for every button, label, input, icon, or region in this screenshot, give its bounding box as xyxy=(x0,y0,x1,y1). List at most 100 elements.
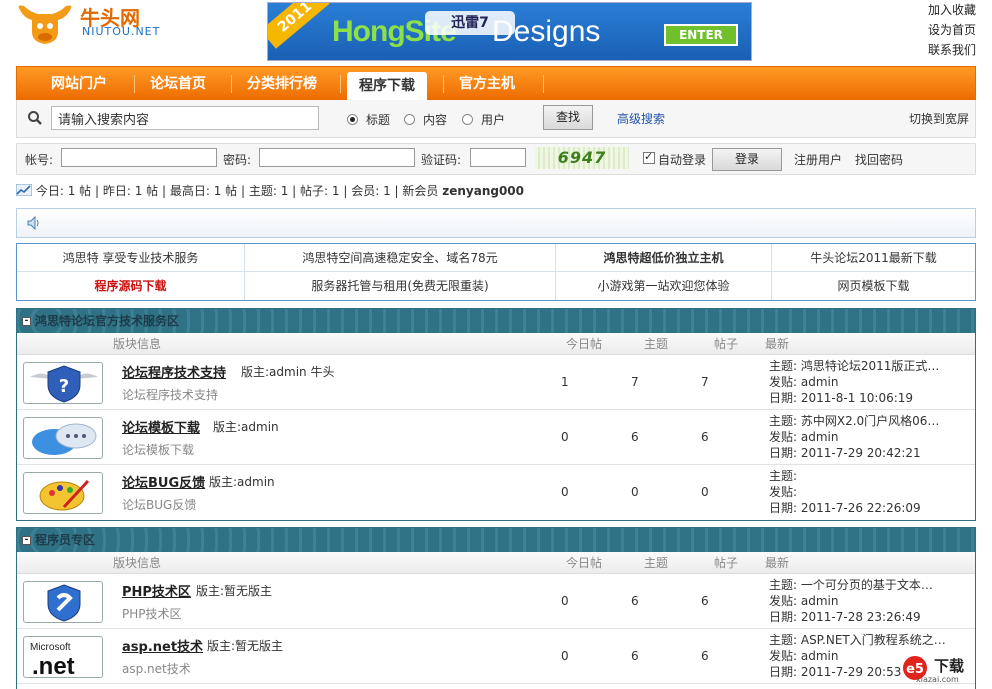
topic-count: 6 xyxy=(631,594,639,608)
latest-topic-link[interactable]: 主题: 苏中网X2.0门户风格06… xyxy=(769,413,939,429)
radio-user-label: 用户 xyxy=(481,113,506,127)
section-header[interactable]: - 鸿思特论坛官方技术服务区 xyxy=(17,309,975,333)
newest-member-link[interactable]: zenyang000 xyxy=(442,184,524,198)
post-count: 6 xyxy=(701,430,709,444)
forum-name-link[interactable]: asp.net技术 xyxy=(122,636,203,655)
svg-text:.net: .net xyxy=(32,653,75,678)
forum-name-link[interactable]: 论坛模板下载 xyxy=(122,417,200,436)
col-latest: 最新 xyxy=(765,556,790,570)
search-button[interactable]: 查找 xyxy=(543,105,593,130)
nav-divider xyxy=(231,75,232,93)
forum-name-link[interactable]: PHP技术区 xyxy=(122,581,191,600)
promo-link[interactable]: 小游戏第一站欢迎您体验 xyxy=(556,272,772,300)
forum-description: 论坛程序技术支持 xyxy=(122,388,219,402)
latest-topic-link[interactable]: 主题: 鸿思特论坛2011版正式… xyxy=(769,358,939,374)
search-input[interactable] xyxy=(51,106,319,130)
latest-topic-link[interactable]: 主题: 一个可分页的基于文本… xyxy=(769,577,933,593)
promo-link[interactable]: 网页模板下载 xyxy=(772,272,975,300)
speaker-icon xyxy=(27,215,39,231)
captcha-input[interactable] xyxy=(470,148,526,167)
forum-row: Microsoft .net asp.net技术 版主:暂无版主 asp.net技… xyxy=(17,629,975,684)
stat-newest-label: 新会员 xyxy=(402,184,439,198)
promo-link[interactable]: 鸿思特空间高速稳定安全、域名78元 xyxy=(245,244,556,272)
auto-login-checkbox[interactable] xyxy=(643,150,655,164)
post-count: 6 xyxy=(701,649,709,663)
collapse-icon[interactable]: - xyxy=(22,536,31,545)
login-button[interactable]: 登录 xyxy=(712,148,782,171)
tab-portal[interactable]: 网站门户 xyxy=(51,73,107,99)
tab-hosting[interactable]: 官方主机 xyxy=(459,73,515,99)
promo-link[interactable]: 鸿思特 享受专业技术服务 xyxy=(17,244,245,272)
moderator-info: 版主:admin xyxy=(209,475,275,489)
moderator-info: 版主:暂无版主 xyxy=(207,639,284,653)
col-info: 版块信息 xyxy=(113,556,162,570)
stat-members-label: 会员: xyxy=(351,184,380,198)
col-topics: 主题 xyxy=(644,337,669,351)
add-favorite-link[interactable]: 加入收藏 xyxy=(928,0,976,20)
collapse-icon[interactable]: - xyxy=(22,317,31,326)
main-nav: 网站门户 论坛首页 分类排行榜 程序下载 官方主机 xyxy=(16,66,976,101)
section-title: 程序员专区 xyxy=(35,533,96,547)
nav-divider xyxy=(134,75,135,93)
radio-user[interactable]: 用户 xyxy=(462,111,505,128)
tab-forum-home[interactable]: 论坛首页 xyxy=(150,73,206,99)
forum-name-link[interactable]: 论坛程序技术支持 xyxy=(122,362,226,381)
forum-section: - 鸿思特论坛官方技术服务区 版块信息 今日帖 主题 帖子 最新 ? 论坛程序技… xyxy=(16,308,976,521)
moderator-info: 版主:暂无版主 xyxy=(196,584,273,598)
radio-content[interactable]: 内容 xyxy=(404,111,447,128)
column-headers: 版块信息 今日帖 主题 帖子 最新 xyxy=(17,552,975,574)
radio-selected-icon xyxy=(347,114,358,125)
chat-cloud-icon[interactable] xyxy=(23,417,103,459)
tab-rankings[interactable]: 分类排行榜 xyxy=(247,73,317,99)
site-logo[interactable]: 牛头网 NIUTOU.NET xyxy=(14,0,174,50)
forum-row: ? 论坛程序技术支持 版主:admin 牛头 论坛程序技术支持 1 7 7 主题… xyxy=(17,355,975,410)
tab-downloads[interactable]: 程序下载 xyxy=(347,72,427,101)
col-latest: 最新 xyxy=(765,337,790,351)
recover-password-link[interactable]: 找回密码 xyxy=(855,151,903,168)
latest-poster: 发贴: admin xyxy=(769,594,839,608)
widescreen-toggle[interactable]: 切换到宽屏 xyxy=(909,110,969,127)
forum-description: PHP技术区 xyxy=(122,607,182,621)
password-input[interactable] xyxy=(259,148,415,167)
chart-icon xyxy=(15,183,33,197)
stat-yesterday-label: 昨日: xyxy=(102,184,131,198)
latest-topic-link[interactable]: 主题: xyxy=(769,468,921,484)
topic-count: 6 xyxy=(631,649,639,663)
register-link[interactable]: 注册用户 xyxy=(794,151,842,168)
section-header[interactable]: - 程序员专区 xyxy=(17,528,975,552)
password-label: 密码: xyxy=(223,153,252,167)
promo-link[interactable]: 服务器托管与租用(免费无限重装) xyxy=(245,272,556,300)
banner-enter-button[interactable]: ENTER xyxy=(664,24,738,46)
promo-link[interactable]: 鸿思特超低价独立主机 xyxy=(556,244,772,272)
account-input[interactable] xyxy=(61,148,217,167)
section-title: 鸿思特论坛官方技术服务区 xyxy=(35,314,180,328)
promo-link[interactable]: 牛头论坛2011最新下载 xyxy=(772,244,975,272)
paint-palette-icon[interactable] xyxy=(23,472,103,514)
stat-max: 1 帖 xyxy=(213,184,238,198)
column-headers: 版块信息 今日帖 主题 帖子 最新 xyxy=(17,333,975,355)
php-shield-icon[interactable] xyxy=(23,581,103,623)
latest-topic-link[interactable]: 主题: ASP.NET入门教程系统之… xyxy=(769,632,946,648)
help-shield-icon[interactable]: ? xyxy=(23,362,103,404)
auto-login-label: 自动登录 xyxy=(658,153,707,167)
radio-title[interactable]: 标题 xyxy=(347,111,390,128)
nav-divider xyxy=(543,75,544,93)
radio-empty-icon xyxy=(462,114,473,125)
post-count: 7 xyxy=(701,375,709,389)
dotnet-logo-icon[interactable]: Microsoft .net xyxy=(23,636,103,678)
stat-yesterday: 1 帖 xyxy=(134,184,159,198)
forum-name-link[interactable]: 论坛BUG反馈 xyxy=(122,472,205,491)
top-links: 加入收藏 设为首页 联系我们 xyxy=(928,0,976,60)
col-today: 今日帖 xyxy=(566,556,603,570)
latest-post: 主题: 发贴: 日期: 2011-7-26 22:26:09 xyxy=(769,468,921,516)
advanced-search-link[interactable]: 高级搜索 xyxy=(617,110,665,127)
set-homepage-link[interactable]: 设为首页 xyxy=(928,20,976,40)
latest-date: 日期: 2011-7-28 23:26:49 xyxy=(769,610,921,624)
ad-banner[interactable]: 2011 HongSite Designs 迅雷7 ENTER xyxy=(267,2,752,61)
captcha-image[interactable]: 6947 xyxy=(535,147,629,169)
promo-links-table: 鸿思特 享受专业技术服务 鸿思特空间高速稳定安全、域名78元 鸿思特超低价独立主… xyxy=(16,243,976,301)
promo-link[interactable]: 程序源码下载 xyxy=(17,272,245,300)
contact-us-link[interactable]: 联系我们 xyxy=(928,40,976,60)
search-bar: 标题 内容 用户 查找 高级搜索 切换到宽屏 xyxy=(16,100,976,138)
radio-content-label: 内容 xyxy=(423,113,448,127)
